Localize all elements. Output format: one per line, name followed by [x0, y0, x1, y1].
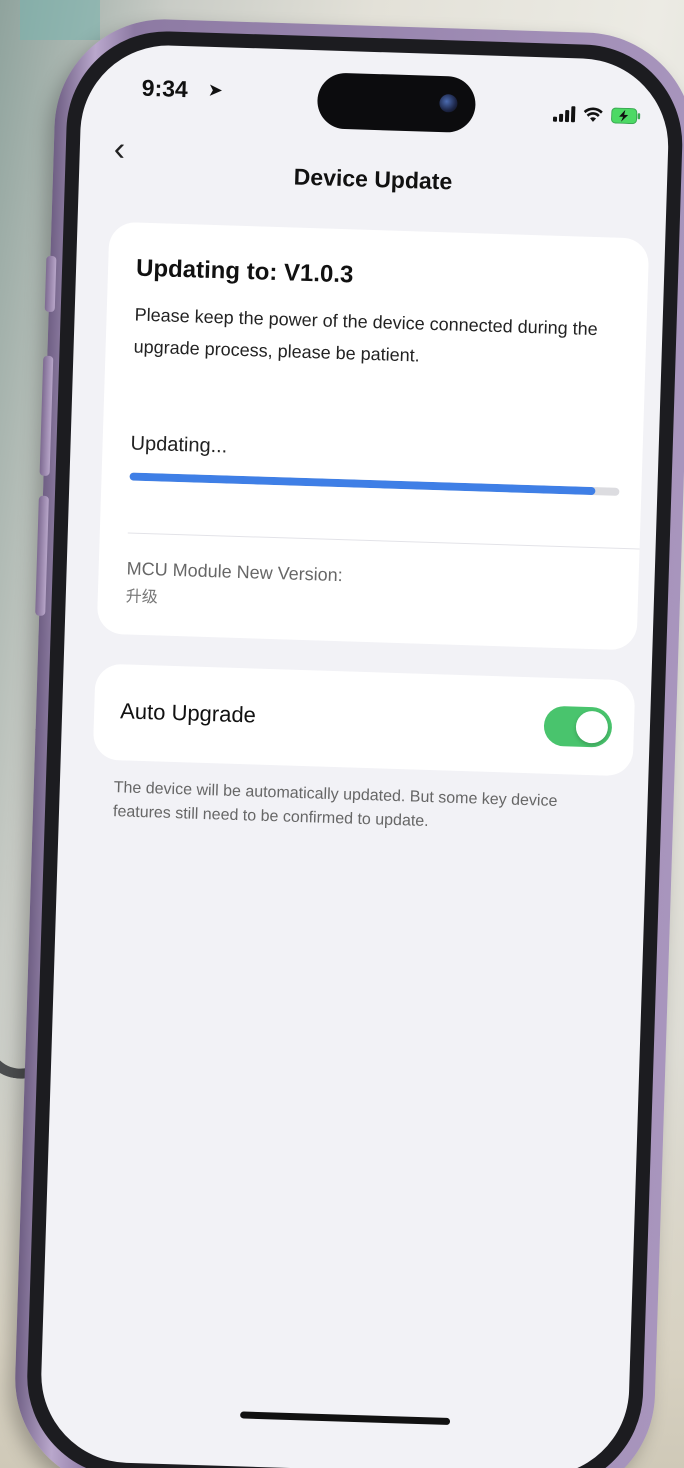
status-time: 9:34 — [141, 74, 189, 103]
volume-up-button — [39, 355, 54, 476]
card-divider — [127, 532, 640, 550]
update-description: Please keep the power of the device conn… — [133, 304, 599, 366]
auto-upgrade-label: Auto Upgrade — [119, 698, 257, 728]
background-strip — [20, 0, 100, 40]
status-bar: 9:34 ➤ — [81, 43, 671, 141]
toggle-knob — [575, 710, 609, 744]
status-icons — [552, 106, 641, 125]
mcu-version-label: MCU Module New Version: — [126, 558, 343, 586]
page-title: Device Update — [293, 163, 453, 195]
update-version-title: Updating to: V1.0.3 — [135, 254, 354, 289]
progress-label: Updating... — [130, 432, 228, 458]
front-camera — [439, 94, 458, 113]
phone-frame: 9:34 ➤ ‹ Device Update Updating to: V1.0… — [11, 16, 684, 1468]
action-button — [44, 255, 57, 313]
phone-screen: 9:34 ➤ ‹ Device Update Updating to: V1.0… — [38, 42, 671, 1468]
update-card: Updating to: V1.0.3 Please keep the powe… — [96, 221, 650, 651]
auto-upgrade-toggle[interactable] — [543, 705, 613, 748]
wifi-icon — [583, 107, 603, 124]
progress-fill — [129, 472, 595, 496]
auto-upgrade-card: Auto Upgrade — [92, 663, 636, 777]
location-arrow-icon: ➤ — [207, 79, 224, 101]
battery-charging-icon — [611, 107, 641, 125]
home-indicator[interactable] — [240, 1411, 451, 1426]
mcu-version-value: 升级 — [125, 588, 159, 607]
phone-bezel: 9:34 ➤ ‹ Device Update Updating to: V1.0… — [24, 28, 684, 1468]
progress-bar — [129, 472, 620, 496]
volume-down-button — [35, 495, 49, 616]
dynamic-island — [316, 72, 477, 134]
navigation-bar: ‹ Device Update — [79, 129, 669, 207]
cellular-signal-icon — [552, 106, 576, 123]
auto-upgrade-note: The device will be automatically updated… — [112, 779, 558, 831]
